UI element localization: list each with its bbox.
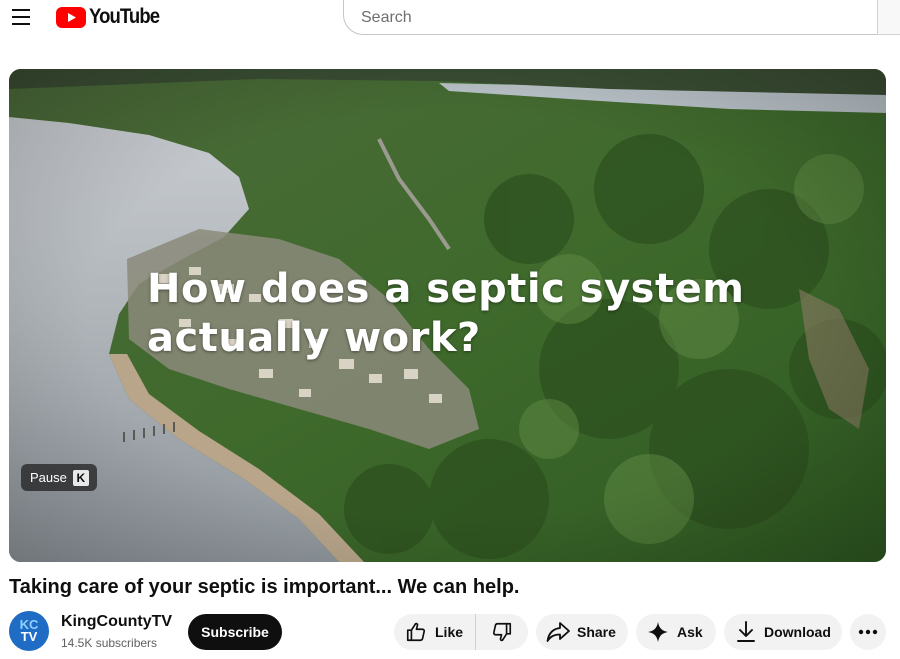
avatar-text-bottom: TV: [20, 629, 38, 644]
like-button[interactable]: Like: [394, 614, 476, 650]
video-player[interactable]: How does a septic system actually work? …: [9, 69, 886, 562]
ask-label: Ask: [677, 624, 703, 640]
like-icon: [406, 622, 426, 642]
search-input[interactable]: [359, 6, 843, 30]
ask-sparkle-icon: [648, 622, 668, 642]
youtube-logo[interactable]: YouTube: [56, 5, 169, 28]
dislike-icon: [492, 622, 512, 642]
dislike-button[interactable]: [476, 614, 528, 650]
more-icon: [858, 629, 878, 635]
like-label: Like: [435, 624, 464, 640]
video-title: Taking care of your septic is important.…: [9, 576, 520, 598]
menu-icon[interactable]: [8, 4, 34, 30]
pause-tooltip-label: Pause: [30, 470, 67, 485]
youtube-logo-icon: [56, 6, 86, 28]
video-overlay-title: How does a septic system actually work?: [147, 265, 787, 363]
pause-shortcut-key: K: [72, 469, 89, 486]
ask-button[interactable]: Ask: [636, 614, 716, 650]
download-label: Download: [764, 624, 831, 640]
channel-name[interactable]: KingCountyTV: [61, 613, 172, 631]
more-actions-button[interactable]: [850, 614, 886, 650]
search-box: [343, 0, 878, 35]
download-icon: [737, 621, 755, 642]
like-dislike-bar: Like: [394, 614, 528, 650]
logo-wordmark: YouTube: [89, 5, 160, 28]
overlay-line-2: actually work?: [147, 315, 481, 361]
share-icon: [546, 622, 570, 642]
masthead: YouTube: [0, 0, 900, 36]
channel-avatar[interactable]: KC TV: [9, 611, 49, 651]
overlay-line-1: How does a septic system: [147, 266, 745, 312]
pause-tooltip: Pause K: [21, 464, 97, 491]
subscriber-count: 14.5K subscribers: [61, 636, 158, 650]
subscribe-button[interactable]: Subscribe: [188, 614, 282, 650]
search-button[interactable]: [877, 0, 900, 35]
share-button[interactable]: Share: [536, 614, 628, 650]
share-label: Share: [577, 624, 616, 640]
download-button[interactable]: Download: [724, 614, 842, 650]
